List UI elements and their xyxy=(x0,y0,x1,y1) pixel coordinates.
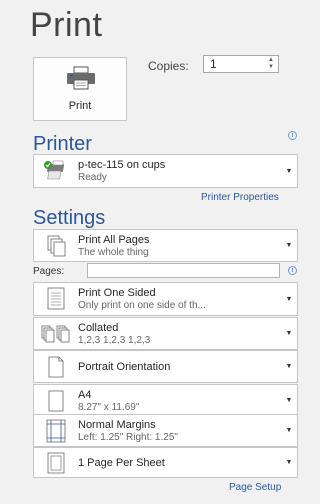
pages-input[interactable] xyxy=(87,263,280,278)
paper-size-sub: 8.27" x 11.69" xyxy=(78,401,140,413)
page-title: Print xyxy=(30,6,103,44)
collated-icon xyxy=(34,318,78,349)
collation-label: Collated xyxy=(78,321,119,334)
pages-per-sheet-label: 1 Page Per Sheet xyxy=(78,456,165,469)
chevron-down-icon: ▼ xyxy=(285,427,293,434)
orientation-dropdown[interactable]: Portrait Orientation ▼ xyxy=(33,350,298,383)
page-setup-link[interactable]: Page Setup xyxy=(229,482,281,493)
collation-sub: 1,2,3 1,2,3 1,2,3 xyxy=(78,334,151,346)
sides-dropdown[interactable]: Print One Sided Only print on one side o… xyxy=(33,282,298,316)
pages-per-sheet-dropdown[interactable]: 1 Page Per Sheet ▼ xyxy=(33,447,298,478)
spin-up-icon[interactable]: ▲ xyxy=(268,57,274,64)
printer-icon xyxy=(67,66,95,90)
chevron-down-icon: ▼ xyxy=(285,242,293,249)
print-range-sub: The whole thing xyxy=(78,246,149,258)
chevron-down-icon: ▼ xyxy=(285,295,293,303)
copies-value: 1 xyxy=(210,57,217,71)
print-range-dropdown[interactable]: Print All Pages The whole thing ▼ xyxy=(33,229,298,262)
copies-spinner[interactable]: ▲ ▼ xyxy=(268,57,274,71)
sides-label: Print One Sided xyxy=(78,287,156,299)
chevron-down-icon: ▼ xyxy=(285,397,293,404)
settings-section-title: Settings xyxy=(33,207,106,229)
printer-status-icon xyxy=(34,155,78,187)
paper-size-label: A4 xyxy=(78,388,92,401)
printer-properties-link[interactable]: Printer Properties xyxy=(201,192,279,203)
margins-dropdown[interactable]: Normal Margins Left: 1.25" Right: 1.25" … xyxy=(33,414,298,447)
print-range-label: Print All Pages xyxy=(78,233,150,246)
paper-size-dropdown[interactable]: A4 8.27" x 11.69" ▼ xyxy=(33,384,298,417)
collation-dropdown[interactable]: Collated 1,2,3 1,2,3 1,2,3 ▼ xyxy=(33,317,298,350)
printer-name: p-tec-115 on cups xyxy=(78,159,166,171)
chevron-down-icon: ▼ xyxy=(285,167,293,175)
sides-sub: Only print on one side of th... xyxy=(78,300,206,311)
spin-down-icon[interactable]: ▼ xyxy=(268,64,274,71)
print-button[interactable]: Print xyxy=(33,57,127,121)
paper-size-icon xyxy=(34,385,78,416)
margins-label: Normal Margins xyxy=(78,418,156,431)
printer-section-title: Printer xyxy=(33,133,92,155)
portrait-icon xyxy=(34,351,78,382)
chevron-down-icon: ▼ xyxy=(285,459,293,466)
pages-icon xyxy=(34,230,78,261)
margins-icon xyxy=(34,415,78,446)
orientation-label: Portrait Orientation xyxy=(78,360,171,373)
print-button-label: Print xyxy=(68,100,92,112)
info-icon[interactable]: i xyxy=(288,266,297,275)
info-icon[interactable]: i xyxy=(288,131,297,140)
one-sided-icon xyxy=(34,283,78,315)
pages-per-sheet-icon xyxy=(34,448,78,477)
copies-label: Copies: xyxy=(148,59,189,73)
copies-input[interactable]: 1 ▲ ▼ xyxy=(203,55,279,73)
chevron-down-icon: ▼ xyxy=(285,363,293,370)
printer-dropdown[interactable]: p-tec-115 on cups Ready ▼ xyxy=(33,154,298,188)
printer-status: Ready xyxy=(78,172,107,183)
pages-label: Pages: xyxy=(33,266,65,277)
chevron-down-icon: ▼ xyxy=(285,330,293,337)
margins-sub: Left: 1.25" Right: 1.25" xyxy=(78,431,178,443)
